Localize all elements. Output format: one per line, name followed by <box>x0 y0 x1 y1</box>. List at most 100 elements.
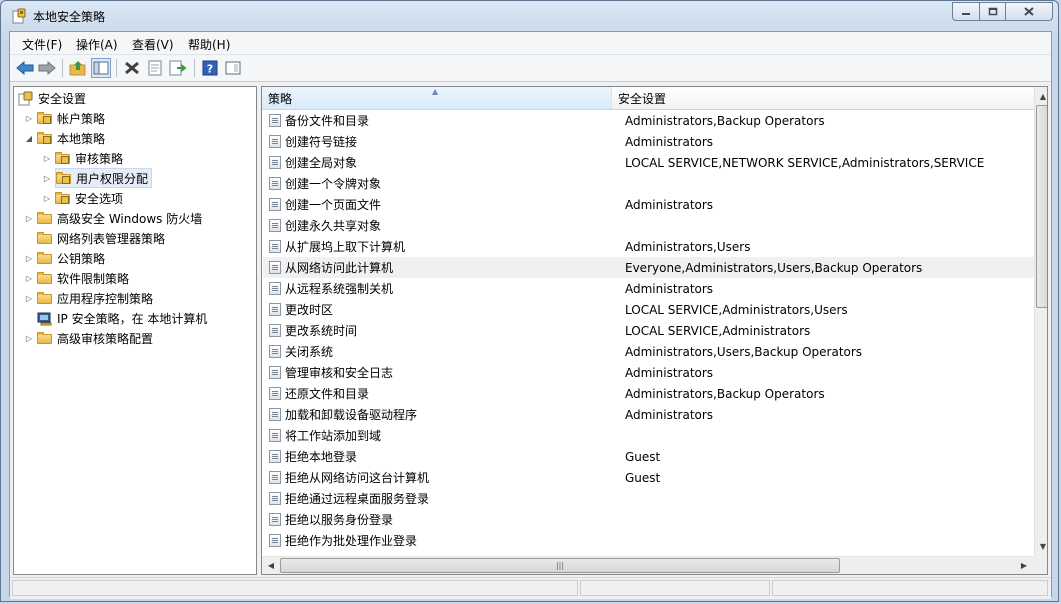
table-row[interactable]: 创建全局对象 LOCAL SERVICE,NETWORK SERVICE,Admi… <box>263 152 1034 173</box>
title-bar[interactable]: 本地安全策略 <box>1 1 1058 31</box>
lock-folder-icon <box>56 172 71 184</box>
folder-icon <box>37 252 52 264</box>
collapse-icon[interactable]: ◢ <box>24 134 34 143</box>
status-pane-3 <box>772 580 1048 596</box>
tree-item-security-options[interactable]: ▷ 安全选项 <box>42 188 123 208</box>
menu-help[interactable]: 帮助(H) <box>188 36 230 53</box>
table-row[interactable]: 将工作站添加到域 <box>263 425 1034 446</box>
table-row[interactable]: 关闭系统 Administrators,Users,Backup Operator… <box>263 341 1034 362</box>
policy-name: 拒绝从网络访问这台计算机 <box>285 471 430 485</box>
folder-icon <box>37 292 52 304</box>
expand-icon[interactable]: ▷ <box>42 174 52 183</box>
scroll-up-icon[interactable]: ▲ <box>1035 88 1047 105</box>
expand-icon[interactable]: ▷ <box>24 214 34 223</box>
scrollbar-corner <box>1034 556 1047 574</box>
policy-setting: Guest <box>625 449 661 464</box>
back-icon[interactable] <box>15 58 35 78</box>
table-row[interactable]: 创建一个页面文件 Administrators <box>263 194 1034 215</box>
table-row[interactable]: 更改系统时间 LOCAL SERVICE,Administrators <box>263 320 1034 341</box>
window: 本地安全策略 文件(F) 操作(A) 查看(V) 帮助(H) ? 安全设置 ▷ … <box>0 0 1059 602</box>
table-row[interactable]: 从扩展坞上取下计算机 Administrators,Users <box>263 236 1034 257</box>
table-row[interactable]: 创建符号链接 Administrators <box>263 131 1034 152</box>
policy-list[interactable]: 策略 ▲ 安全设置 备份文件和目录 Administrators,Backup O… <box>261 86 1048 575</box>
table-row[interactable]: 创建永久共享对象 <box>263 215 1034 236</box>
view-icon[interactable] <box>223 58 243 78</box>
table-row[interactable]: 拒绝通过远程桌面服务登录 <box>263 488 1034 509</box>
table-row[interactable]: 拒绝本地登录 Guest <box>263 446 1034 467</box>
policy-icon <box>269 492 281 505</box>
export-icon[interactable] <box>168 58 188 78</box>
vertical-scroll-thumb[interactable] <box>1036 105 1047 308</box>
expand-icon[interactable]: ▷ <box>24 294 34 303</box>
up-icon[interactable] <box>68 58 88 78</box>
tree-item-public-key-policies[interactable]: ▷ 公钥策略 <box>24 248 105 268</box>
scroll-down-icon[interactable]: ▼ <box>1035 538 1047 555</box>
tree-item-ip-security[interactable]: IP 安全策略，在 本地计算机 <box>24 308 207 328</box>
horizontal-scroll-thumb[interactable]: ||| <box>280 558 840 573</box>
delete-icon[interactable] <box>122 58 142 78</box>
table-row[interactable]: 备份文件和目录 Administrators,Backup Operators <box>263 110 1034 131</box>
menu-view[interactable]: 查看(V) <box>132 36 174 53</box>
tree-item-security-settings[interactable]: 安全设置 <box>18 88 86 108</box>
help-icon[interactable]: ? <box>200 58 220 78</box>
folder-icon <box>37 272 52 284</box>
table-row[interactable]: 管理审核和安全日志 Administrators <box>263 362 1034 383</box>
policy-name: 创建全局对象 <box>285 156 358 170</box>
folder-icon <box>37 212 52 224</box>
tree-item-label: 应用程序控制策略 <box>57 291 154 306</box>
scroll-left-icon[interactable]: ◀ <box>263 557 279 574</box>
table-row[interactable]: 拒绝以服务身份登录 <box>263 509 1034 530</box>
forward-icon[interactable] <box>37 58 57 78</box>
tree-item-local-policies[interactable]: ◢ 本地策略 <box>24 128 105 148</box>
table-row[interactable]: 加载和卸载设备驱动程序 Administrators <box>263 404 1034 425</box>
local-security-policy-icon <box>12 8 26 24</box>
expand-icon[interactable]: ▷ <box>24 334 34 343</box>
properties-icon[interactable] <box>145 58 165 78</box>
tree-item-user-rights-assignment[interactable]: ▷ 用户权限分配 <box>42 168 153 188</box>
navigation-tree[interactable]: 安全设置 ▷ 帐户策略 ◢ 本地策略 ▷ 审核策略 ▷ 用户权限分配 ▷ 安全选… <box>13 86 257 575</box>
menu-file[interactable]: 文件(F) <box>22 36 62 53</box>
expand-icon[interactable]: ▷ <box>24 274 34 283</box>
vertical-scrollbar[interactable]: ▲ ▼ <box>1034 87 1047 556</box>
table-row[interactable]: 创建一个令牌对象 <box>263 173 1034 194</box>
tree-item-application-control[interactable]: ▷ 应用程序控制策略 <box>24 288 153 308</box>
table-row[interactable]: 拒绝从网络访问这台计算机 Guest <box>263 467 1034 488</box>
table-row[interactable]: 更改时区 LOCAL SERVICE,Administrators,Users <box>263 299 1034 320</box>
policy-name: 拒绝以服务身份登录 <box>285 513 394 527</box>
policy-icon <box>269 408 281 421</box>
tree-item-software-restriction[interactable]: ▷ 软件限制策略 <box>24 268 129 288</box>
column-header-policy[interactable]: 策略 ▲ <box>262 87 612 109</box>
table-row[interactable]: 从网络访问此计算机 Everyone,Administrators,Users,B… <box>263 257 1034 278</box>
table-row[interactable]: 拒绝作为批处理作业登录 <box>263 530 1034 551</box>
close-button[interactable] <box>1005 2 1053 21</box>
tree-item-advanced-audit[interactable]: ▷ 高级审核策略配置 <box>24 328 153 348</box>
policy-icon <box>269 156 281 169</box>
horizontal-scrollbar[interactable]: ◀ ||| ▶ <box>262 556 1034 574</box>
policy-setting: Administrators <box>625 197 714 212</box>
tree-item-label: IP 安全策略，在 本地计算机 <box>57 311 208 326</box>
tree-item-network-list-manager[interactable]: 网络列表管理器策略 <box>24 228 165 248</box>
policy-setting: Administrators <box>625 134 714 149</box>
show-hide-tree-icon[interactable] <box>91 58 111 78</box>
scroll-right-icon[interactable]: ▶ <box>1016 557 1032 574</box>
tree-item-account-policies[interactable]: ▷ 帐户策略 <box>24 108 105 128</box>
restore-icon <box>988 7 997 16</box>
tree-item-windows-firewall[interactable]: ▷ 高级安全 Windows 防火墙 <box>24 208 202 228</box>
expand-icon[interactable]: ▷ <box>42 154 52 163</box>
policy-name: 从扩展坞上取下计算机 <box>285 240 406 254</box>
minimize-button[interactable] <box>952 2 980 21</box>
column-header-setting[interactable]: 安全设置 <box>612 87 1034 109</box>
maximize-button[interactable] <box>979 2 1006 21</box>
tree-item-audit-policy[interactable]: ▷ 审核策略 <box>42 148 123 168</box>
expand-icon[interactable]: ▷ <box>24 114 34 123</box>
policy-icon <box>269 387 281 400</box>
expand-icon[interactable]: ▷ <box>42 194 52 203</box>
expand-icon[interactable]: ▷ <box>24 254 34 263</box>
menu-action[interactable]: 操作(A) <box>76 36 118 53</box>
policy-icon <box>269 324 281 337</box>
table-row[interactable]: 从远程系统强制关机 Administrators <box>263 278 1034 299</box>
policy-name: 拒绝通过远程桌面服务登录 <box>285 492 430 506</box>
policy-name: 管理审核和安全日志 <box>285 366 394 380</box>
table-row[interactable]: 还原文件和目录 Administrators,Backup Operators <box>263 383 1034 404</box>
menu-bar: 文件(F) 操作(A) 查看(V) 帮助(H) <box>10 32 1051 55</box>
